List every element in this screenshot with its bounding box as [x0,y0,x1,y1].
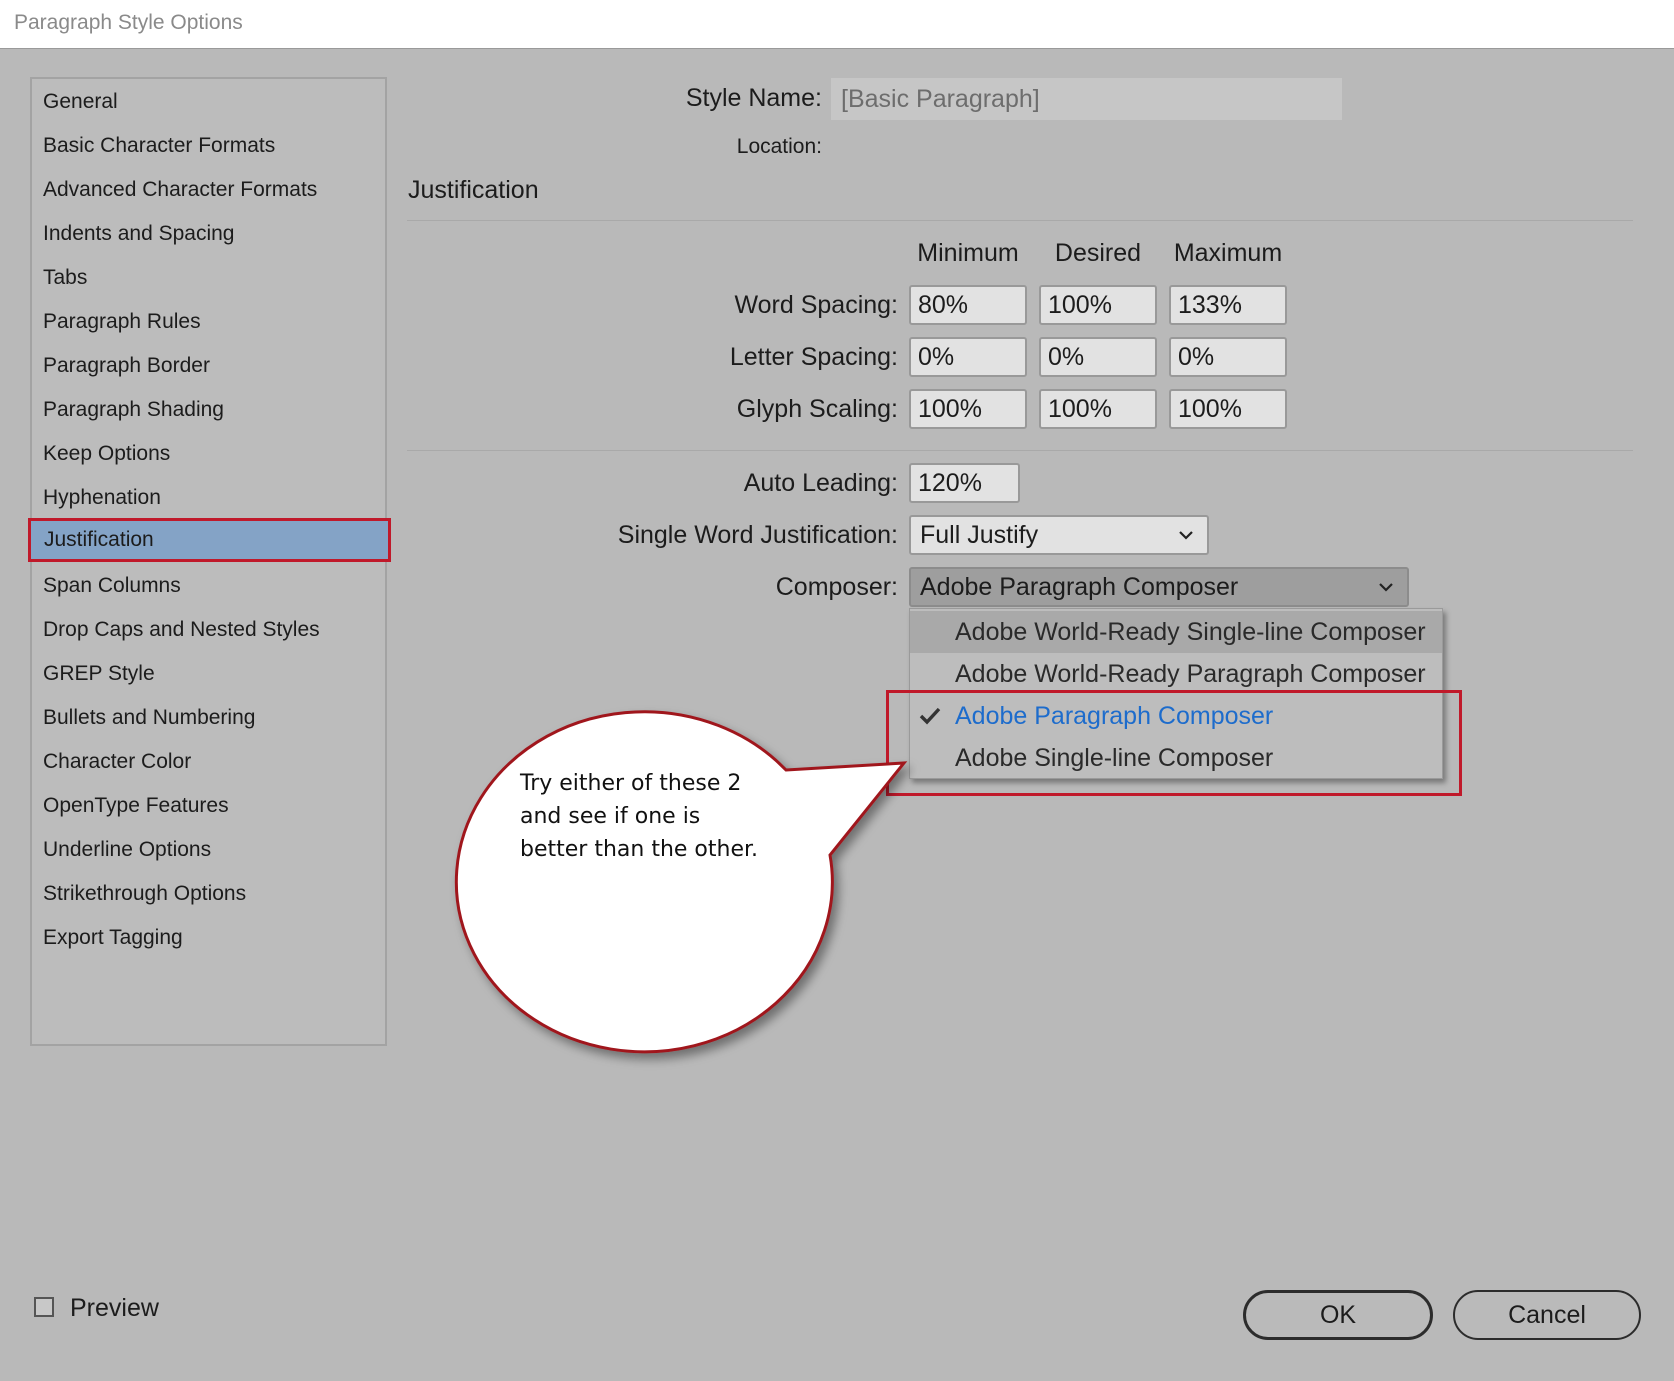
preview-label: Preview [70,1294,159,1322]
auto-leading-label: Auto Leading: [743,469,898,497]
ok-button[interactable]: OK [1243,1290,1433,1340]
word-spacing-minimum-field[interactable]: 80% [909,285,1027,325]
sidebar-item-general[interactable]: General [32,80,385,124]
sidebar-item-underline-options[interactable]: Underline Options [32,828,385,872]
sidebar-item-advanced-character-formats[interactable]: Advanced Character Formats [32,168,385,212]
letter-spacing-desired-field[interactable]: 0% [1039,337,1157,377]
callout-line-1: Try either of these 2 [520,771,742,796]
callout-text: Try either of these 2 and see if one is … [520,767,800,866]
sidebar-item-justification[interactable]: Justification [28,518,391,562]
column-header-minimum: Minimum [917,239,1019,267]
sidebar-item-keep-options[interactable]: Keep Options [32,432,385,476]
window-title: Paragraph Style Options [14,11,243,34]
single-word-justification-label: Single Word Justification: [617,521,898,549]
single-word-justification-value: Full Justify [920,521,1039,549]
glyph-scaling-label: Glyph Scaling: [736,395,898,423]
sidebar-item-character-color[interactable]: Character Color [32,740,385,784]
word-spacing-desired-field[interactable]: 100% [1039,285,1157,325]
chevron-down-icon [1179,531,1193,540]
sidebar-item-opentype-features[interactable]: OpenType Features [32,784,385,828]
section-divider [407,220,1633,221]
sidebar-item-strikethrough-options[interactable]: Strikethrough Options [32,872,385,916]
composer-dropdown[interactable]: Adobe Paragraph Composer [909,567,1409,607]
composer-value: Adobe Paragraph Composer [920,573,1239,601]
menu-item-world-ready-single-line[interactable]: Adobe World-Ready Single-line Composer [910,611,1442,653]
sidebar-item-hyphenation[interactable]: Hyphenation [32,476,385,520]
sidebar-item-bullets-and-numbering[interactable]: Bullets and Numbering [32,696,385,740]
glyph-scaling-maximum-field[interactable]: 100% [1169,389,1287,429]
cancel-button[interactable]: Cancel [1453,1290,1641,1340]
annotation-highlight-box [886,690,1462,796]
word-spacing-label: Word Spacing: [734,291,898,319]
chevron-down-icon [1379,583,1393,592]
style-name-field[interactable]: [Basic Paragraph] [831,78,1342,120]
sidebar-item-tabs[interactable]: Tabs [32,256,385,300]
letter-spacing-maximum-field[interactable]: 0% [1169,337,1287,377]
sidebar-item-grep-style[interactable]: GREP Style [32,652,385,696]
section-divider-2 [407,450,1633,451]
glyph-scaling-desired-field[interactable]: 100% [1039,389,1157,429]
sidebar-item-indents-and-spacing[interactable]: Indents and Spacing [32,212,385,256]
section-title: Justification [408,176,539,204]
sidebar-item-basic-character-formats[interactable]: Basic Character Formats [32,124,385,168]
letter-spacing-label: Letter Spacing: [729,343,898,371]
column-header-maximum: Maximum [1173,239,1283,267]
word-spacing-maximum-field[interactable]: 133% [1169,285,1287,325]
sidebar-item-export-tagging[interactable]: Export Tagging [32,916,385,960]
glyph-scaling-minimum-field[interactable]: 100% [909,389,1027,429]
style-name-label: Style Name: [685,84,822,112]
column-header-desired: Desired [1054,239,1142,267]
sidebar-item-drop-caps-and-nested-styles[interactable]: Drop Caps and Nested Styles [32,608,385,652]
callout-line-2: and see if one is [520,804,701,829]
callout-line-3: better than the other. [520,837,758,862]
composer-label: Composer: [775,573,898,601]
auto-leading-field[interactable]: 120% [909,463,1020,503]
location-label: Location: [736,135,822,158]
sidebar-item-paragraph-border[interactable]: Paragraph Border [32,344,385,388]
single-word-justification-dropdown[interactable]: Full Justify [909,515,1209,555]
title-bar: Paragraph Style Options [0,0,1674,49]
menu-item-world-ready-paragraph[interactable]: Adobe World-Ready Paragraph Composer [910,653,1442,695]
sidebar-item-paragraph-rules[interactable]: Paragraph Rules [32,300,385,344]
sidebar-item-span-columns[interactable]: Span Columns [32,564,385,608]
letter-spacing-minimum-field[interactable]: 0% [909,337,1027,377]
category-list: General Basic Character Formats Advanced… [28,77,391,1046]
preview-checkbox[interactable] [34,1297,54,1317]
sidebar-item-paragraph-shading[interactable]: Paragraph Shading [32,388,385,432]
